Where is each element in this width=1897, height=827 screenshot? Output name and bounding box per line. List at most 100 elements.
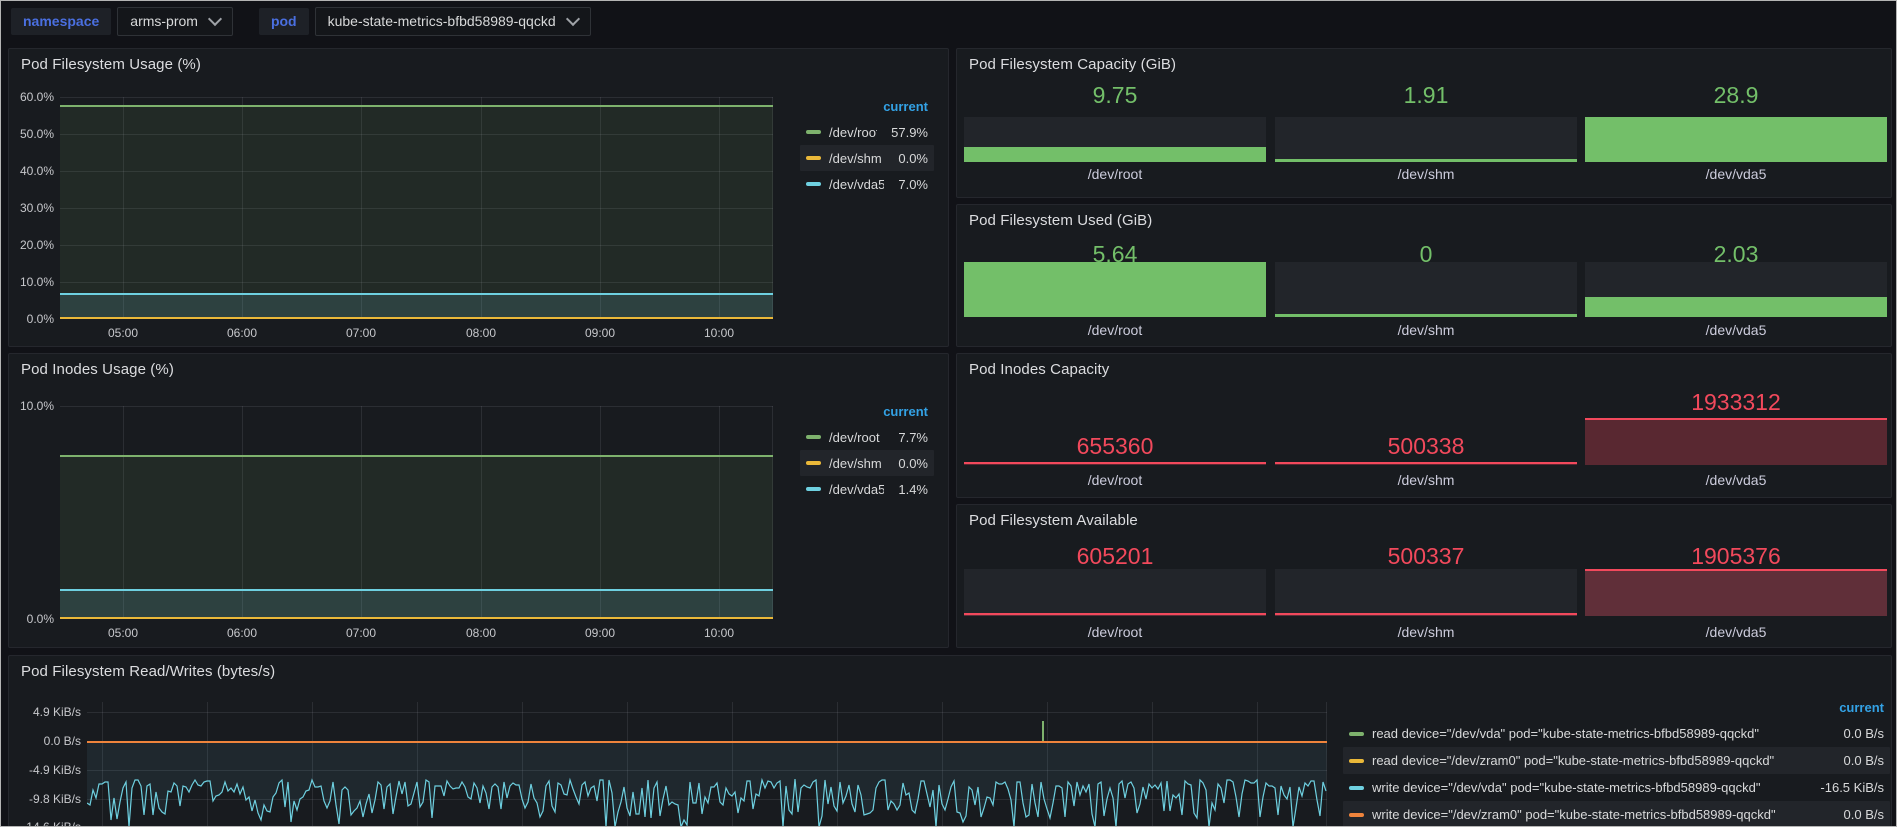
pod-value: kube-state-metrics-bfbd58989-qqckd	[328, 13, 556, 29]
legend-item[interactable]: read device="/dev/zram0" pod="kube-state…	[1343, 747, 1890, 774]
gridline	[207, 702, 208, 827]
x-axis-tick-label: 06:00	[227, 626, 257, 640]
chart-legend: current/dev/root57.9%/dev/shm0.0%/dev/vd…	[800, 95, 934, 197]
bar-gauge[interactable]: 0/dev/shm	[1275, 205, 1577, 348]
bar-gauge[interactable]: 1933312/dev/vda5	[1585, 354, 1887, 499]
legend-item[interactable]: write device="/dev/vda" pod="kube-state-…	[1343, 774, 1890, 801]
y-axis-tick-label: -14.6 KiB/s	[15, 820, 81, 827]
gridline	[1326, 702, 1327, 827]
bar-gauge-fill	[964, 262, 1266, 317]
series-color-swatch	[806, 435, 821, 439]
panel-pod-filesystem-capacity: Pod Filesystem Capacity (GiB) 9.75/dev/r…	[956, 48, 1892, 198]
gridline	[942, 702, 943, 827]
y-axis-tick-label: 10.0%	[10, 399, 54, 413]
gridline	[123, 406, 124, 619]
panel-title[interactable]: Pod Filesystem Read/Writes (bytes/s)	[21, 663, 275, 680]
time-series-plot[interactable]	[60, 406, 773, 619]
series-color-swatch	[806, 461, 821, 465]
bar-gauge[interactable]: 500337/dev/shm	[1275, 505, 1577, 649]
bar-gauge-edge	[1585, 569, 1887, 571]
bar-gauge-edge	[1585, 418, 1887, 420]
gridline	[361, 406, 362, 619]
legend-header-current[interactable]: current	[800, 400, 934, 424]
bar-gauge[interactable]: 1905376/dev/vda5	[1585, 505, 1887, 649]
bar-gauge[interactable]: 5.64/dev/root	[964, 205, 1266, 348]
bar-gauge-track	[1275, 262, 1577, 317]
legend-item[interactable]: write device="/dev/zram0" pod="kube-stat…	[1343, 801, 1890, 827]
bar-gauge-fill	[1275, 159, 1577, 162]
gridline	[719, 406, 720, 619]
y-axis-tick-label: -4.9 KiB/s	[15, 763, 81, 777]
gauge-value: 9.75	[964, 82, 1266, 109]
chart-legend: current read device="/dev/vda" pod="kube-…	[1343, 696, 1890, 827]
gauge-value: 500338	[1275, 433, 1577, 460]
legend-item[interactable]: /dev/vda5 1.4%	[800, 476, 934, 502]
series-area-fill	[60, 107, 773, 319]
x-axis-tick-label: 09:00	[585, 626, 615, 640]
variable-pod: pod kube-state-metrics-bfbd58989-qqckd	[259, 7, 591, 36]
gauge-value: 655360	[964, 433, 1266, 460]
bar-gauge[interactable]: 605201/dev/root	[964, 505, 1266, 649]
y-axis-tick-label: 0.0%	[10, 612, 54, 626]
panel-title[interactable]: Pod Inodes Usage (%)	[21, 361, 174, 378]
gridline	[772, 406, 773, 619]
legend-item[interactable]: /dev/root7.7%	[800, 424, 934, 450]
gridline	[87, 712, 1327, 713]
bar-gauge[interactable]: 655360/dev/root	[964, 354, 1266, 499]
dashboard-variables-bar: namespace arms-prom pod kube-state-metri…	[1, 1, 1896, 41]
bar-gauge-track	[1275, 569, 1577, 616]
panel-pod-filesystem-used: Pod Filesystem Used (GiB) 5.64/dev/root0…	[956, 204, 1892, 347]
legend-series-value: 57.9%	[891, 125, 928, 140]
gridline	[600, 406, 601, 619]
legend-series-name: write device="/dev/vda" pod="kube-state-…	[1372, 780, 1806, 795]
legend-item[interactable]: /dev/root57.9%	[800, 119, 934, 145]
x-axis-tick-label: 07:00	[346, 626, 376, 640]
time-series-plot[interactable]	[87, 702, 1327, 827]
legend-series-value: 1.4%	[898, 482, 928, 497]
series-color-swatch	[1349, 732, 1364, 736]
bar-gauge[interactable]: 500338/dev/shm	[1275, 354, 1577, 499]
legend-header-current[interactable]: current	[1343, 696, 1890, 720]
pod-dropdown[interactable]: kube-state-metrics-bfbd58989-qqckd	[315, 7, 591, 36]
y-axis-tick-label: 20.0%	[10, 238, 54, 252]
bar-gauge[interactable]: 9.75/dev/root	[964, 49, 1266, 199]
gauge-label: /dev/shm	[1275, 166, 1577, 182]
gridline	[60, 245, 773, 246]
legend-item[interactable]: /dev/vda57.0%	[800, 171, 934, 197]
read-vda-spike	[1042, 721, 1044, 741]
bar-gauge[interactable]: 28.9/dev/vda5	[1585, 49, 1887, 199]
gauge-label: /dev/vda5	[1585, 166, 1887, 182]
bar-gauge-track	[964, 569, 1266, 616]
gauge-label: /dev/vda5	[1585, 472, 1887, 488]
bar-gauge[interactable]: 2.03/dev/vda5	[1585, 205, 1887, 348]
legend-series-name: read device="/dev/vda" pod="kube-state-m…	[1372, 726, 1830, 741]
panel-title[interactable]: Pod Filesystem Usage (%)	[21, 56, 201, 73]
gauge-value: 500337	[1275, 543, 1577, 570]
legend-item[interactable]: read device="/dev/vda" pod="kube-state-m…	[1343, 720, 1890, 747]
y-axis-tick-label: 10.0%	[10, 275, 54, 289]
bar-gauge[interactable]: 1.91/dev/shm	[1275, 49, 1577, 199]
namespace-dropdown[interactable]: arms-prom	[117, 7, 233, 36]
x-axis-tick-label: 05:00	[108, 326, 138, 340]
bar-gauge-edge	[964, 462, 1266, 464]
grafana-dashboard: namespace arms-prom pod kube-state-metri…	[0, 0, 1897, 827]
gridline	[242, 406, 243, 619]
gauge-label: /dev/root	[964, 322, 1266, 338]
legend-item[interactable]: /dev/shm0.0%	[800, 145, 934, 171]
panel-pod-filesystem-available: Pod Filesystem Available 605201/dev/root…	[956, 504, 1892, 648]
x-axis-tick-label: 06:00	[227, 326, 257, 340]
bar-gauge-fill	[1275, 314, 1577, 317]
gridline	[312, 702, 313, 827]
y-axis-tick-label: 0.0 B/s	[15, 734, 81, 748]
legend-series-value: 7.0%	[898, 177, 928, 192]
gridline	[417, 702, 418, 827]
variable-label-pod: pod	[259, 8, 309, 35]
chevron-down-icon	[208, 12, 222, 26]
time-series-plot[interactable]	[60, 97, 773, 319]
bar-gauge-edge	[1275, 613, 1577, 615]
legend-item[interactable]: /dev/shm0.0%	[800, 450, 934, 476]
gridline	[1152, 702, 1153, 827]
legend-header-current[interactable]: current	[800, 95, 934, 119]
series-color-swatch	[806, 130, 821, 134]
legend-series-name: /dev/vda5	[829, 482, 884, 497]
